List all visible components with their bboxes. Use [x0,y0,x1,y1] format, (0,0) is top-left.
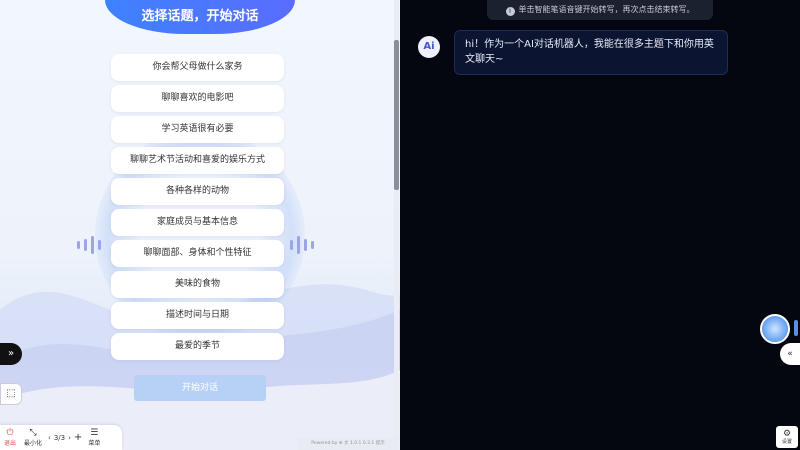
info-icon: i [505,7,515,16]
minimize-button[interactable]: ⤡ 最小化 [20,428,46,447]
sound-wave-left-icon [77,236,101,254]
select-tool-icon[interactable]: ⬚ [0,383,22,405]
topic-item[interactable]: 美味的食物 [111,271,284,298]
topic-item[interactable]: 学习英语很有必要 [111,116,284,143]
page-title: 选择话题，开始对话 [105,0,295,34]
voice-hint-text: 单击智能笔语音键开始转写，再次点击结束转写。 [518,5,695,14]
exit-icon: ⏻ [6,428,14,438]
next-page-icon[interactable]: › [68,434,71,442]
topic-item[interactable]: 聊聊面部、身体和个性特征 [111,240,284,267]
expand-arrow-icon[interactable]: » [0,343,22,365]
topic-panel: 选择话题，开始对话 你会帮父母做什么家务 聊聊喜欢的电影吧 学习英语很有必要 聊… [0,0,400,450]
settings-button[interactable]: ⚙ 设置 [776,426,798,448]
voice-hint-banner: i 单击智能笔语音键开始转写，再次点击结束转写。 [487,0,713,20]
menu-label: 菜单 [88,440,101,447]
topic-item[interactable]: 最爱的季节 [111,333,284,360]
add-page-icon[interactable]: + [74,432,82,443]
bottom-toolbar: ⏻ 退出 ⤡ 最小化 ‹ 3/3 › + ☰ 菜单 [0,425,122,450]
powered-by-label: Powered by ⊕ 文 1.0.1 0.3.1 提示 [298,438,398,450]
ai-message-bubble: hi！作为一个AI对话机器人，我能在很多主题下和你用英文聊天~ [454,30,728,75]
minimize-icon: ⤡ [29,428,37,438]
page-indicator: 3/3 [53,433,66,442]
topic-item[interactable]: 你会帮父母做什么家务 [111,54,284,81]
topic-list: 你会帮父母做什么家务 聊聊喜欢的电影吧 学习英语很有必要 聊聊艺术节活动和喜爱的… [111,54,284,364]
menu-icon: ☰ [90,428,99,438]
scrollbar-thumb[interactable] [394,40,399,190]
ai-avatar: Ai [418,36,440,58]
gear-icon: ⚙ [782,429,792,439]
prev-page-icon[interactable]: ‹ [48,434,51,442]
settings-label: 设置 [781,439,792,445]
assistant-orb-icon[interactable] [760,314,790,344]
page-navigator: ‹ 3/3 › + [46,432,84,443]
menu-button[interactable]: ☰ 菜单 [84,428,104,447]
start-conversation-button[interactable]: 开始对话 [134,375,266,401]
topic-item[interactable]: 聊聊喜欢的电影吧 [111,85,284,112]
topic-item[interactable]: 各种各样的动物 [111,178,284,205]
topic-item[interactable]: 描述时间与日期 [111,302,284,329]
sound-wave-right-icon [290,236,314,254]
minimize-label: 最小化 [24,440,43,447]
exit-button[interactable]: ⏻ 退出 [0,428,20,447]
chat-panel: i 单击智能笔语音键开始转写，再次点击结束转写。 Ai hi！作为一个AI对话机器… [400,0,800,450]
collapse-arrow-icon[interactable]: « [780,343,800,365]
orb-handle[interactable] [794,320,798,336]
topic-item[interactable]: 家庭成员与基本信息 [111,209,284,236]
exit-label: 退出 [4,440,17,447]
topic-item[interactable]: 聊聊艺术节活动和喜爱的娱乐方式 [111,147,284,174]
